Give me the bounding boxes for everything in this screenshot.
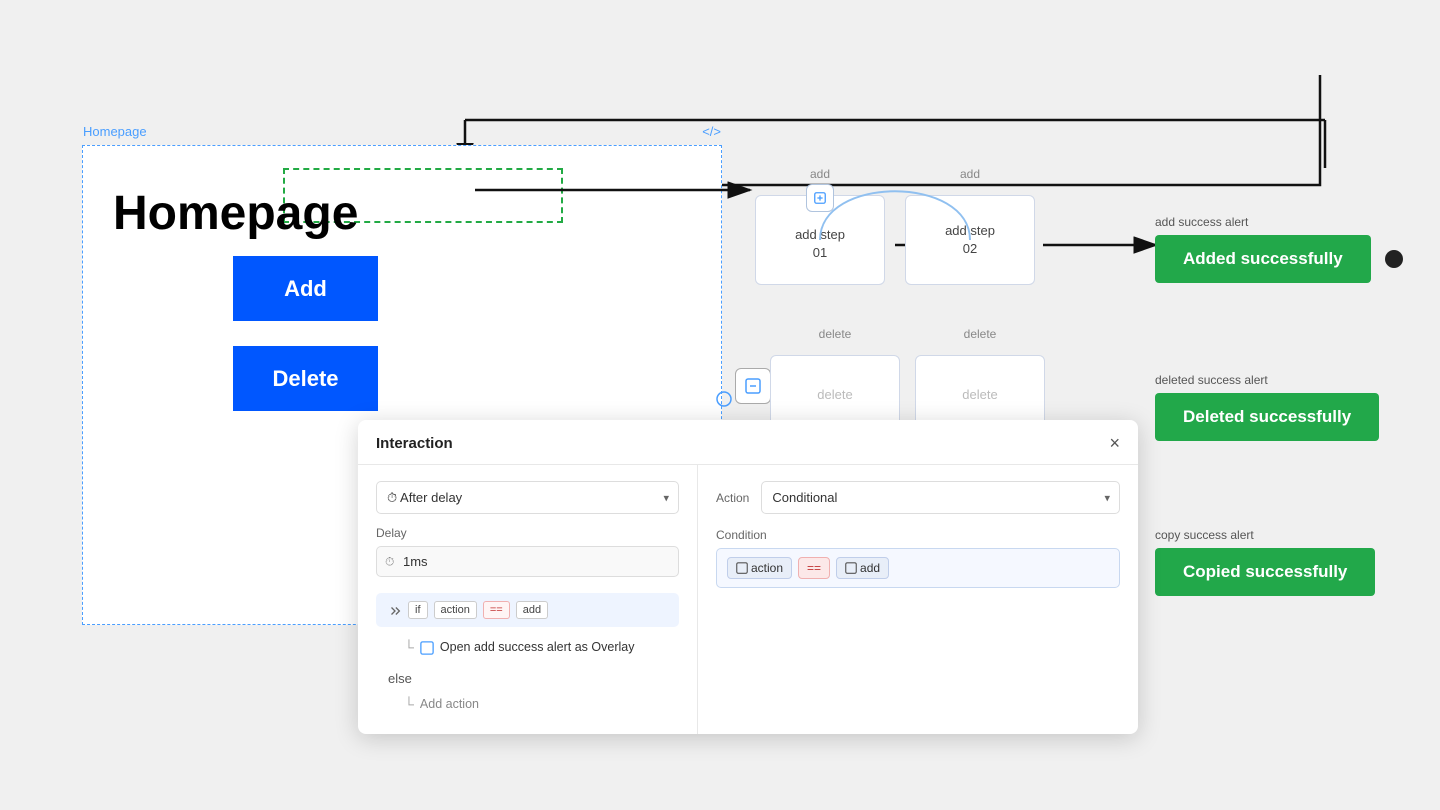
- modal-title: Interaction: [376, 435, 453, 452]
- if-condition-row: if action == add: [376, 593, 679, 627]
- add-step-02-node: add add step 02: [905, 195, 1035, 285]
- interaction-modal: Interaction × ⏱ After delay Delay ⏱: [358, 420, 1138, 734]
- trigger-select[interactable]: ⏱ After delay: [376, 481, 679, 514]
- homepage-title: Homepage: [113, 186, 358, 241]
- add-success-section: add success alert Added successfully: [1155, 215, 1403, 283]
- add-label-2: add: [960, 166, 980, 183]
- add-action-row[interactable]: └ Add action: [376, 690, 679, 718]
- then-action-text: Open add success alert as Overlay: [440, 640, 635, 654]
- copy-success-label: copy success alert: [1155, 528, 1375, 542]
- delete-label-2: delete: [964, 326, 997, 343]
- action-select-wrapper: Conditional: [761, 481, 1120, 514]
- action-select[interactable]: Conditional: [761, 481, 1120, 514]
- deleted-success-label: deleted success alert: [1155, 373, 1379, 387]
- action-row: Action Conditional: [716, 481, 1120, 514]
- delay-label: Delay: [376, 526, 679, 540]
- cond-action-pill: action: [727, 557, 792, 579]
- condition-panel-label: Condition: [716, 528, 1120, 542]
- modal-header: Interaction ×: [358, 420, 1138, 465]
- add-label-1: add: [810, 166, 830, 183]
- condition-row: action == add: [716, 548, 1120, 588]
- add-success-label: add success alert: [1155, 215, 1403, 229]
- deleted-success-section: deleted success alert Deleted successful…: [1155, 373, 1379, 441]
- add-step-02-label: add step 02: [945, 222, 995, 258]
- modal-close-button[interactable]: ×: [1109, 434, 1120, 452]
- trigger-select-wrapper: ⏱ After delay: [376, 481, 679, 514]
- cond-action-text: action: [751, 561, 783, 575]
- add-success-button[interactable]: Added successfully: [1155, 235, 1371, 283]
- add-button[interactable]: Add: [233, 256, 378, 321]
- add-step-01-node: add add step 01: [755, 195, 885, 285]
- delete-step-02-label: delete: [962, 386, 997, 404]
- modal-right-panel: Action Conditional Condition action ==: [698, 465, 1138, 734]
- if-block: if action == add └ Open add success aler…: [376, 593, 679, 718]
- copy-success-section: copy success alert Copied successfully: [1155, 528, 1375, 596]
- action-chip: action: [434, 601, 477, 619]
- delete-circle: [715, 390, 733, 400]
- delete-label-1: delete: [819, 326, 852, 343]
- add-chip: add: [516, 601, 548, 619]
- else-label: else: [376, 665, 679, 690]
- add-success-dot: [1385, 250, 1403, 268]
- delete-step-01-label: delete: [817, 386, 852, 404]
- delay-input[interactable]: [376, 546, 679, 577]
- add-step-01-label: add step 01: [795, 226, 845, 262]
- delete-trigger-icon: [735, 368, 771, 404]
- cond-eq-chip: ==: [798, 557, 830, 579]
- homepage-label: Homepage: [83, 124, 147, 139]
- then-row: └ Open add success alert as Overlay: [376, 633, 679, 661]
- add-action-text[interactable]: Add action: [420, 697, 479, 711]
- code-icon: </>: [702, 124, 721, 139]
- modal-left-panel: ⏱ After delay Delay ⏱ if action == add: [358, 465, 698, 734]
- cond-add-text: add: [860, 561, 880, 575]
- delete-button[interactable]: Delete: [233, 346, 378, 411]
- deleted-success-button[interactable]: Deleted successfully: [1155, 393, 1379, 441]
- cond-add-pill: add: [836, 557, 889, 579]
- modal-body: ⏱ After delay Delay ⏱ if action == add: [358, 465, 1138, 734]
- copy-success-button[interactable]: Copied successfully: [1155, 548, 1375, 596]
- node-icon-1: [806, 184, 834, 212]
- if-keyword: if: [408, 601, 428, 619]
- action-panel-label: Action: [716, 491, 749, 505]
- eq-chip: ==: [483, 601, 510, 619]
